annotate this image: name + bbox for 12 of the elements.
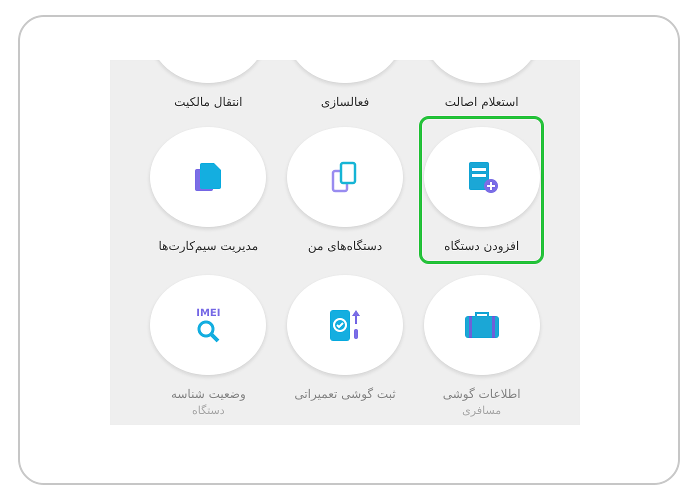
tile-label: استعلام اصالت — [444, 94, 519, 111]
tile-label: افزودن دستگاه — [444, 238, 520, 255]
tile-label: مدیریت سیم‌کارت‌ها — [158, 238, 258, 255]
highlighted-tile[interactable]: افزودن دستگاه — [419, 116, 544, 264]
tile-label: انتقال مالکیت — [174, 94, 242, 111]
tile-label: وضعیت شناسه دستگاه — [170, 386, 246, 419]
tile-label: دستگاه‌های من — [308, 238, 382, 255]
phone-check-icon — [328, 307, 362, 343]
tile-label: ثبت گوشی تعمیراتی — [294, 386, 396, 403]
tile-label: فعالسازی — [320, 94, 370, 111]
suitcase-icon — [462, 310, 501, 340]
tile-label: اطلاعات گوشی مسافری — [442, 386, 521, 419]
